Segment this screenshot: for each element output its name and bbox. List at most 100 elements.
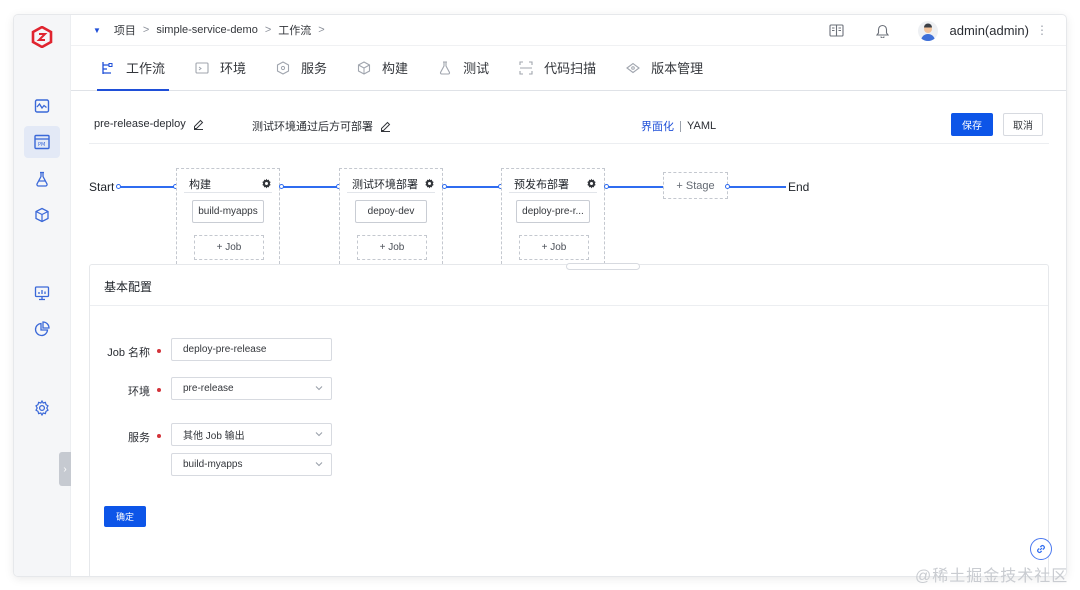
link-icon[interactable]: [1030, 538, 1052, 560]
workflow-toolbar: pre-release-deploy 测试环境通过后方可部署 界面化 YAML …: [89, 107, 1049, 144]
connector-line: [607, 186, 663, 188]
tab-label: 版本管理: [651, 61, 704, 76]
stage-header: 测试环境部署: [347, 175, 435, 193]
workflow-name-text: pre-release-deploy: [94, 118, 186, 130]
module-tabs: 工作流 环境 服务 构建 测试 代码扫描 版本管理: [71, 46, 1066, 91]
tab-service[interactable]: 服务: [276, 45, 327, 90]
top-bar: ▼ 项目 > simple-service-demo > 工作流 > admin…: [71, 15, 1066, 46]
test-icon: [438, 60, 452, 75]
mode-visual-option[interactable]: 界面化: [641, 118, 674, 134]
monitor-icon[interactable]: [24, 277, 60, 309]
panel-divider: [90, 305, 1048, 306]
top-right-area: admin(admin): [828, 15, 1066, 46]
add-job-button[interactable]: + Job: [357, 235, 427, 260]
tab-test[interactable]: 测试: [438, 45, 489, 90]
connector-line: [445, 186, 501, 188]
service-label: 服务: [128, 432, 150, 444]
stage-settings-gear-icon[interactable]: [424, 178, 435, 189]
job-name-input[interactable]: deploy-pre-release: [171, 338, 332, 361]
connector-line: [728, 186, 786, 188]
job-config-panel: 基本配置 Job 名称 deploy-pre-release 环境 pre-re…: [89, 264, 1049, 576]
stage-name: 测试环境部署: [352, 178, 418, 191]
job-card[interactable]: deploy-pre-r...: [516, 200, 590, 223]
workflow-name: pre-release-deploy: [94, 118, 204, 130]
job-name-label: Job 名称: [107, 347, 150, 359]
service-source-select[interactable]: 其他 Job 输出: [171, 423, 332, 446]
stage-settings-gear-icon[interactable]: [586, 178, 597, 189]
caret-down-icon[interactable]: ▼: [93, 26, 101, 35]
service-job-value: build-myapps: [183, 459, 243, 470]
add-job-button[interactable]: + Job: [194, 235, 264, 260]
panel-resize-handle[interactable]: [566, 263, 640, 270]
notification-bell-icon[interactable]: [875, 24, 889, 38]
breadcrumb: ▼ 项目 > simple-service-demo > 工作流 >: [93, 22, 325, 38]
edit-pencil-icon[interactable]: [193, 119, 204, 130]
tab-label: 服务: [301, 61, 328, 76]
package-icon[interactable]: [24, 199, 60, 231]
save-button[interactable]: 保存: [951, 113, 993, 136]
project-icon[interactable]: PM: [24, 126, 60, 158]
breadcrumb-item-workflow[interactable]: 工作流: [278, 22, 311, 38]
add-job-button[interactable]: + Job: [519, 235, 589, 260]
user-name[interactable]: admin(admin): [950, 23, 1029, 38]
tab-label: 工作流: [126, 61, 166, 76]
tab-version[interactable]: 版本管理: [626, 45, 703, 90]
pipeline-end-label: End: [788, 180, 810, 194]
breadcrumb-separator: >: [264, 24, 272, 36]
scan-icon: [519, 60, 533, 75]
stage-card-build[interactable]: 构建 build-myapps + Job: [176, 168, 280, 264]
avatar[interactable]: [917, 20, 938, 41]
mode-yaml-option[interactable]: YAML: [687, 120, 716, 132]
service-source-value: 其他 Job 输出: [183, 431, 245, 442]
version-icon: [626, 61, 641, 75]
app-logo-icon[interactable]: [31, 25, 53, 49]
chevron-down-icon: [315, 460, 323, 468]
service-icon: [276, 60, 290, 75]
add-stage-button[interactable]: + Stage: [663, 172, 728, 199]
sidebar-expand-handle[interactable]: ›: [59, 452, 71, 486]
settings-gear-icon[interactable]: [24, 392, 60, 424]
stage-card-pre-release[interactable]: 预发布部署 deploy-pre-r... + Job: [501, 168, 605, 264]
job-card[interactable]: build-myapps: [192, 200, 264, 223]
cancel-button[interactable]: 取消: [1003, 113, 1043, 136]
environment-label: 环境: [128, 386, 150, 398]
stage-settings-gear-icon[interactable]: [261, 178, 272, 189]
tab-label: 代码扫描: [544, 61, 597, 76]
tab-label: 测试: [463, 61, 490, 76]
docs-book-icon[interactable]: [828, 24, 844, 37]
app-window: PM › ▼ 项目 > simple-service-demo > 工作流 >: [14, 15, 1066, 576]
environment-select[interactable]: pre-release: [171, 377, 332, 400]
stage-name: 预发布部署: [514, 178, 569, 191]
stage-card-test-deploy[interactable]: 测试环境部署 depoy-dev + Job: [339, 168, 443, 264]
pipeline-start-label: Start: [89, 180, 115, 194]
tab-workflow[interactable]: 工作流: [96, 45, 170, 91]
build-icon: [357, 60, 371, 75]
tab-code-scan[interactable]: 代码扫描: [519, 45, 596, 90]
breadcrumb-item-service[interactable]: simple-service-demo: [156, 24, 257, 36]
test-tube-icon[interactable]: [24, 163, 60, 195]
tab-environment[interactable]: 环境: [195, 45, 246, 90]
connector-line: [119, 186, 176, 188]
environment-icon: [195, 61, 209, 75]
workflow-icon: [101, 61, 115, 75]
workflow-description: 测试环境通过后方可部署: [252, 118, 391, 134]
job-card[interactable]: depoy-dev: [355, 200, 427, 223]
tab-label: 环境: [220, 61, 247, 76]
left-sidebar: PM ›: [14, 15, 71, 576]
pie-chart-icon[interactable]: [24, 313, 60, 345]
chevron-down-icon: [315, 430, 323, 438]
panel-title: 基本配置: [104, 280, 153, 294]
edit-pencil-icon[interactable]: [380, 121, 391, 132]
confirm-button[interactable]: 确定: [104, 506, 146, 527]
required-marker: [157, 388, 161, 392]
connector-dot: [725, 184, 730, 189]
breadcrumb-item-project[interactable]: 项目: [114, 22, 136, 38]
more-options-icon[interactable]: ⋮: [1036, 23, 1048, 37]
service-job-select[interactable]: build-myapps: [171, 453, 332, 476]
dashboard-icon[interactable]: [24, 90, 60, 122]
tab-build[interactable]: 构建: [357, 45, 408, 90]
stage-header: 构建: [184, 175, 272, 193]
breadcrumb-separator: >: [318, 24, 325, 36]
watermark: @稀土掘金技术社区: [915, 568, 1069, 585]
mode-divider: [680, 120, 681, 132]
